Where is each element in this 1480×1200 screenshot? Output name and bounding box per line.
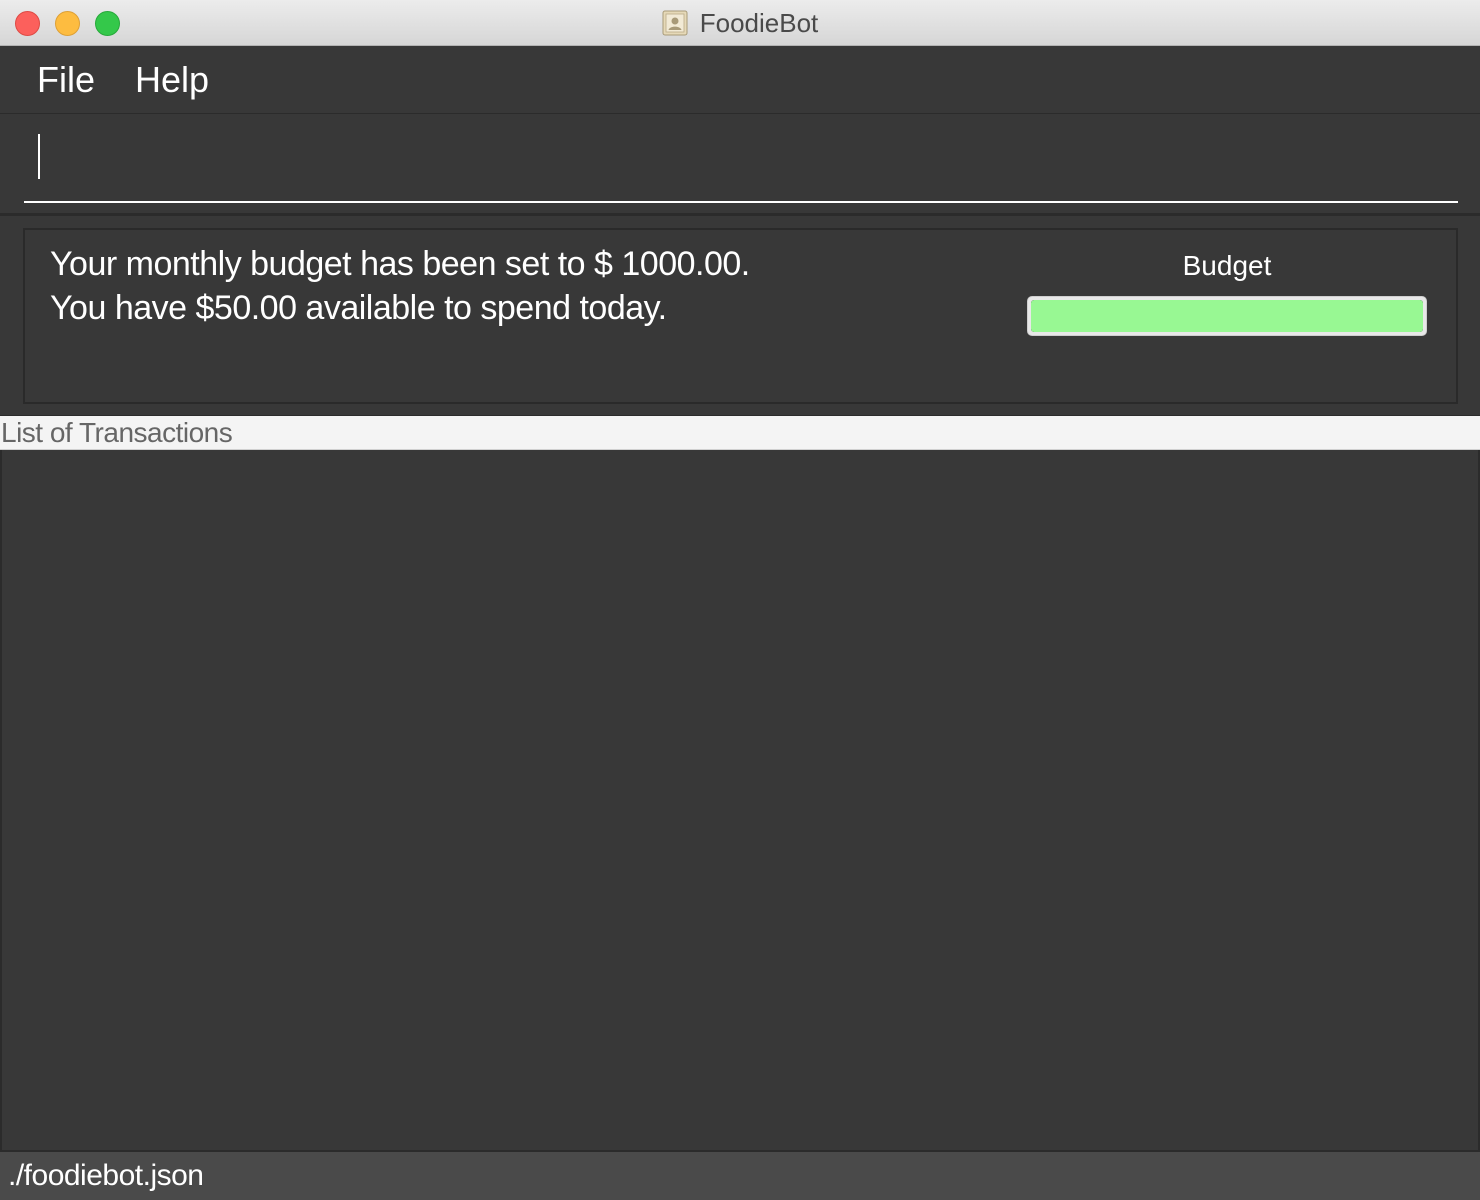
result-display-section: Your monthly budget has been set to $ 10…: [0, 216, 1480, 416]
transactions-list[interactable]: [0, 450, 1480, 1150]
result-line-budget-set: Your monthly budget has been set to $ 10…: [50, 245, 750, 283]
budget-label: Budget: [1182, 250, 1272, 281]
menu-bar: File Help: [0, 46, 1480, 114]
budget-progress-fill: [1031, 300, 1423, 332]
menu-file[interactable]: File: [37, 59, 95, 101]
app-window: FoodieBot File Help Your monthly budget …: [0, 0, 1480, 1200]
result-line-available-today: You have $50.00 available to spend today…: [50, 289, 667, 327]
menu-help[interactable]: Help: [135, 59, 209, 101]
save-file-path: ./foodiebot.json: [8, 1159, 204, 1192]
transactions-list-header: List of Transactions: [0, 416, 1480, 450]
contact-card-icon: [662, 10, 688, 36]
title-bar: FoodieBot: [0, 0, 1480, 46]
command-box-area: [0, 114, 1480, 216]
budget-progress-track: [1031, 300, 1423, 332]
result-text: Your monthly budget has been set to $ 10…: [50, 242, 980, 330]
status-bar: ./foodiebot.json: [0, 1150, 1480, 1200]
budget-progress-bar: [1027, 296, 1427, 336]
result-display: Your monthly budget has been set to $ 10…: [23, 228, 1458, 404]
command-input[interactable]: [24, 128, 1458, 203]
window-title: FoodieBot: [699, 7, 819, 38]
text-caret: [38, 134, 40, 179]
